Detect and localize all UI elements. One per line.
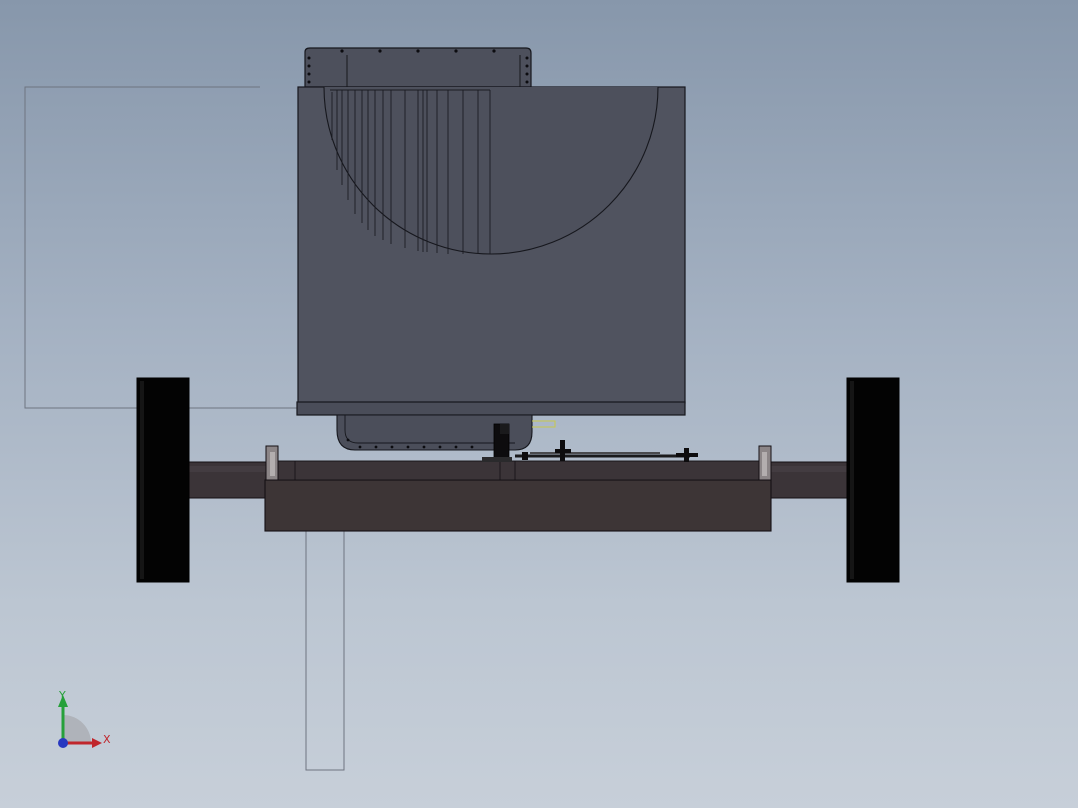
sketch-rectangle-lower <box>305 529 345 771</box>
sketch-highlight <box>532 420 556 428</box>
coordinate-triad: Y X <box>50 685 120 755</box>
bearing-bracket-right[interactable] <box>758 445 772 481</box>
x-axis-arrow-icon <box>92 738 102 748</box>
x-axis-label: X <box>103 733 111 746</box>
y-axis-label: Y <box>59 689 66 702</box>
motor-housing[interactable] <box>296 86 686 416</box>
housing-base-plate[interactable] <box>296 401 686 416</box>
motor-top-cap[interactable] <box>304 47 532 88</box>
sketch-rectangle-left <box>24 86 298 409</box>
motor-bottom-cap[interactable] <box>336 414 556 451</box>
cad-viewport[interactable] <box>0 0 1078 808</box>
wheel-left[interactable] <box>136 377 190 583</box>
z-axis-dot-icon <box>58 738 68 748</box>
frame-beam[interactable] <box>264 460 772 532</box>
triad-arc <box>63 715 91 743</box>
bearing-bracket-left[interactable] <box>265 445 279 481</box>
wheel-right[interactable] <box>846 377 900 583</box>
